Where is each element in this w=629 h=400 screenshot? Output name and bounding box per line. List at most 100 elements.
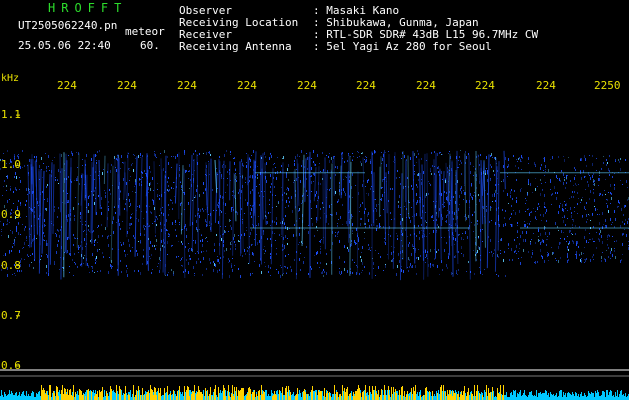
noise-pixel (275, 167, 276, 168)
noise-pixel (45, 208, 46, 210)
noise-pixel (398, 255, 399, 256)
noise-pixel (525, 203, 526, 204)
noise-pixel (202, 274, 203, 276)
noise-pixel (5, 253, 6, 256)
power-bar (246, 396, 247, 400)
power-base-bar (513, 390, 514, 400)
noise-pixel (364, 159, 365, 160)
noise-pixel (599, 233, 600, 235)
noise-pixel (271, 155, 272, 158)
noise-pixel (83, 257, 84, 259)
noise-pixel (265, 250, 266, 252)
noise-pixel (428, 193, 429, 195)
power-bar (155, 388, 156, 400)
echo-streak (218, 159, 221, 216)
power-bar (455, 393, 456, 400)
noise-pixel (494, 157, 495, 159)
noise-pixel (286, 189, 287, 190)
noise-pixel (247, 247, 248, 248)
noise-pixel (390, 188, 391, 190)
noise-pixel (416, 202, 417, 205)
noise-pixel (3, 255, 4, 256)
noise-pixel (584, 259, 585, 260)
noise-pixel (286, 200, 287, 203)
power-base-bar (525, 395, 526, 400)
power-base-bar (606, 390, 607, 400)
noise-pixel (436, 251, 437, 253)
noise-pixel (295, 156, 296, 159)
echo-streak (356, 171, 359, 275)
noise-pixel (601, 260, 602, 262)
noise-pixel (171, 156, 172, 157)
noise-pixel (477, 223, 478, 225)
noise-pixel (259, 240, 260, 243)
noise-pixel (287, 243, 288, 245)
noise-pixel (267, 238, 268, 240)
noise-pixel (156, 157, 157, 158)
noise-pixel (444, 206, 445, 207)
power-bar (67, 389, 68, 400)
power-base-bar (132, 394, 133, 400)
power-base-bar (555, 395, 556, 400)
noise-pixel (77, 180, 78, 181)
noise-pixel (9, 252, 10, 254)
noise-pixel (418, 257, 419, 260)
noise-pixel (116, 169, 117, 172)
noise-pixel (564, 238, 565, 240)
power-bar (490, 392, 491, 400)
power-base-bar (216, 395, 217, 400)
power-bar (471, 393, 472, 400)
power-base-bar (93, 390, 94, 400)
noise-pixel (94, 190, 95, 192)
noise-pixel (517, 231, 518, 233)
noise-pixel (180, 182, 181, 183)
noise-pixel (155, 154, 156, 157)
power-base-bar (592, 393, 593, 400)
noise-pixel (502, 209, 503, 211)
noise-pixel (202, 244, 203, 247)
noise-pixel (584, 247, 585, 248)
file-tag: meteor (125, 25, 165, 38)
noise-pixel (175, 220, 176, 223)
noise-pixel (516, 179, 517, 181)
power-base-bar (422, 396, 423, 400)
noise-pixel (159, 215, 160, 216)
noise-pixel (77, 167, 78, 168)
power-base-bar (430, 392, 431, 400)
noise-pixel (385, 242, 386, 245)
power-base-bar (141, 395, 142, 400)
noise-pixel (258, 223, 259, 226)
noise-pixel (513, 155, 514, 157)
noise-pixel (319, 267, 320, 268)
noise-pixel (299, 209, 300, 211)
noise-pixel (231, 263, 232, 265)
noise-pixel (270, 253, 271, 255)
noise-pixel (366, 159, 367, 162)
noise-pixel (95, 258, 96, 261)
noise-pixel (430, 184, 431, 186)
noise-pixel (108, 206, 109, 207)
noise-pixel (2, 195, 3, 196)
noise-pixel (224, 250, 225, 252)
noise-pixel (618, 206, 619, 207)
echo-streak (110, 165, 114, 262)
noise-pixel (130, 250, 131, 252)
noise-pixel (560, 257, 561, 259)
noise-pixel (124, 208, 125, 210)
noise-pixel (577, 213, 578, 214)
noise-pixel (304, 257, 305, 258)
echo-streak (38, 168, 41, 237)
noise-pixel (95, 262, 96, 264)
noise-pixel (567, 218, 568, 219)
noise-pixel (495, 200, 496, 202)
noise-pixel (532, 192, 533, 193)
noise-pixel (153, 200, 154, 202)
power-bar (384, 385, 385, 400)
time-tick-label: 224 (57, 79, 77, 92)
power-base-bar (625, 393, 626, 400)
noise-pixel (535, 261, 536, 264)
noise-pixel (426, 222, 427, 223)
power-bar (289, 396, 290, 400)
power-base-bar (528, 395, 529, 400)
noise-pixel (85, 221, 86, 222)
